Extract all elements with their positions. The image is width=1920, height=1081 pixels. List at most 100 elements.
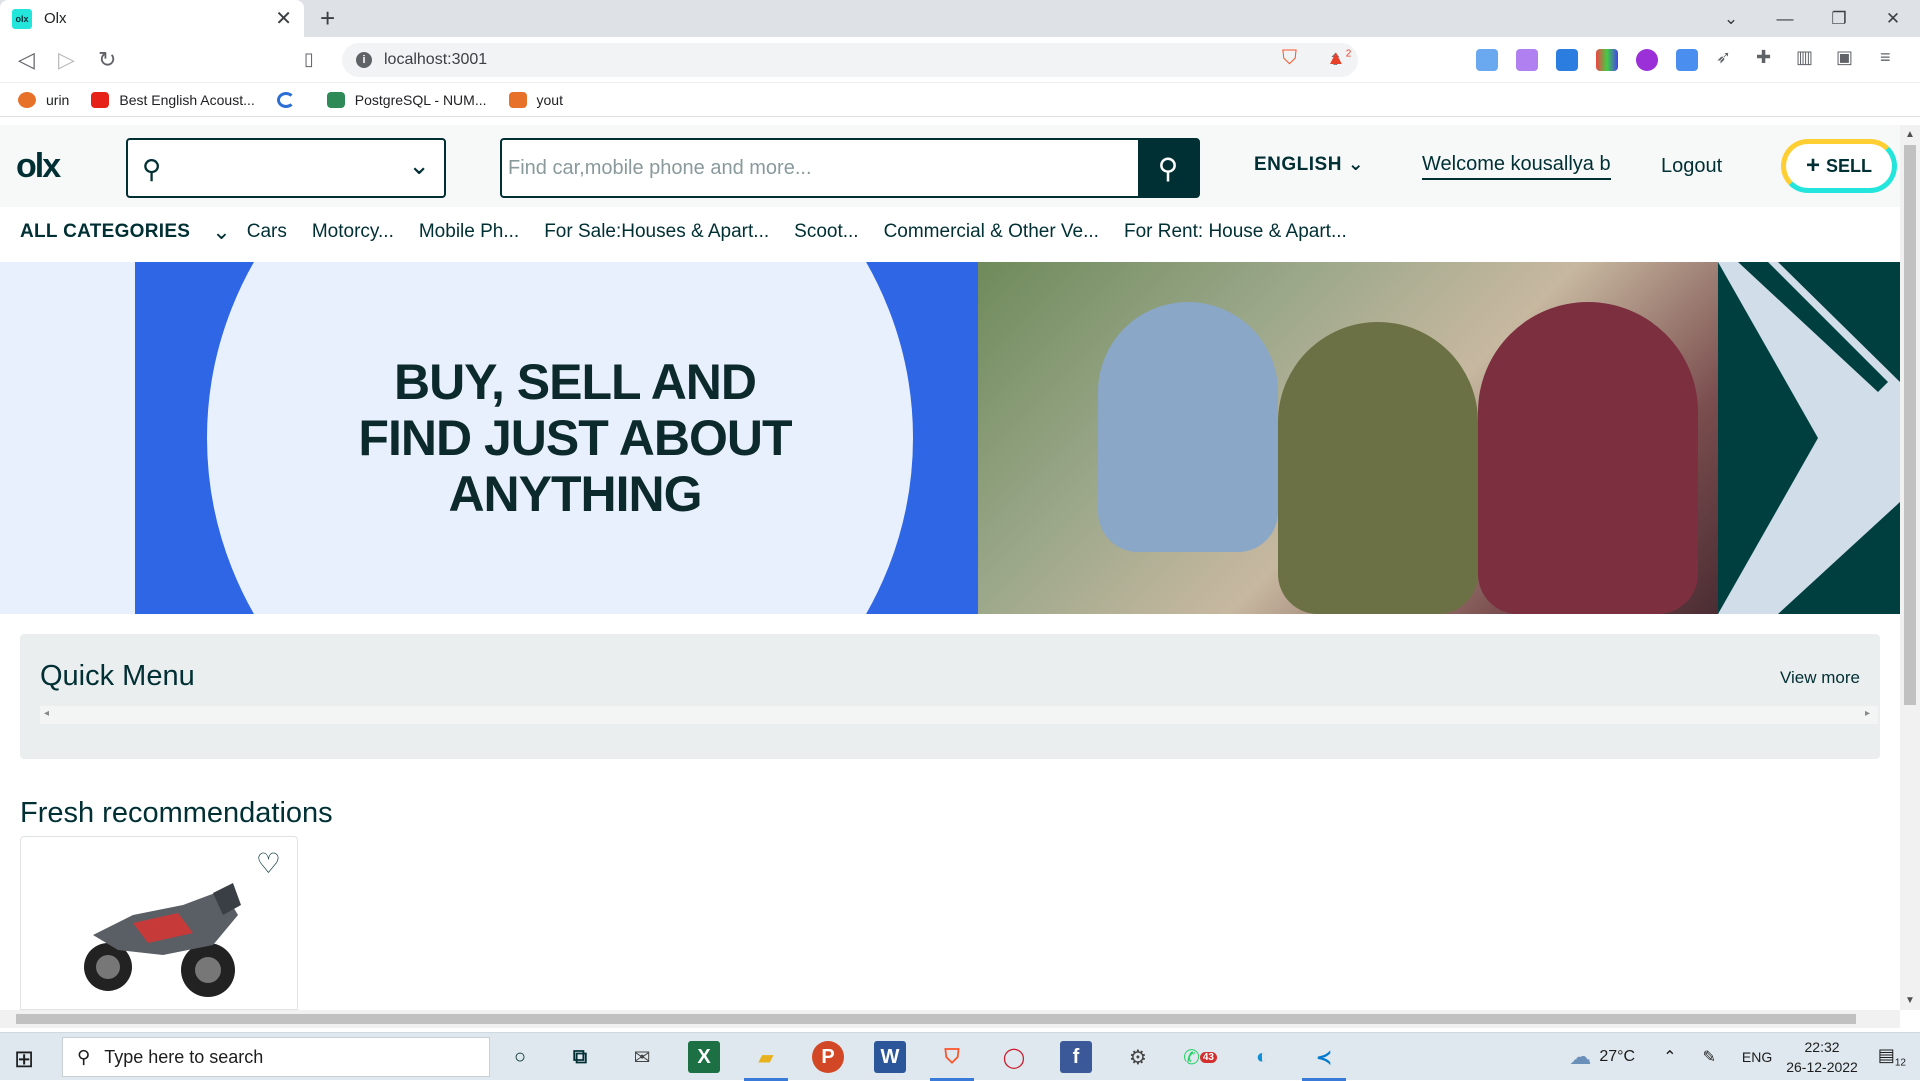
excel-icon[interactable]: X bbox=[688, 1041, 720, 1073]
bookmark-item[interactable]: PostgreSQL - NUM... bbox=[326, 91, 487, 108]
cortana-icon[interactable]: ○ bbox=[504, 1041, 536, 1073]
favorite-heart-icon[interactable]: ♡ bbox=[256, 847, 281, 880]
category-link[interactable]: Motorcy... bbox=[312, 221, 394, 243]
weather-cloud-icon[interactable]: ☁ bbox=[1569, 1044, 1591, 1070]
scroll-left-icon[interactable]: ◂ bbox=[44, 708, 49, 719]
category-link[interactable]: Scoot... bbox=[794, 221, 858, 243]
olx-logo[interactable]: olx bbox=[16, 147, 61, 186]
scroll-up-icon[interactable]: ▲ bbox=[1905, 129, 1915, 140]
menu-icon[interactable]: ≡ bbox=[1880, 47, 1891, 68]
windows-start-icon[interactable]: ⊞ bbox=[14, 1045, 34, 1074]
pen-icon[interactable]: ✎ bbox=[1702, 1047, 1715, 1067]
bookmark-label: urin bbox=[46, 91, 70, 108]
logout-link[interactable]: Logout bbox=[1661, 155, 1722, 178]
page-horizontal-scrollbar[interactable] bbox=[0, 1010, 1900, 1028]
extensions-puzzle-icon[interactable]: ✚ bbox=[1756, 47, 1771, 68]
category-link[interactable]: Mobile Ph... bbox=[419, 221, 519, 243]
category-link[interactable]: Commercial & Other Ve... bbox=[884, 221, 1099, 243]
quick-menu-scrollbar[interactable]: ◂ ▸ bbox=[40, 706, 1878, 724]
restore-button[interactable]: ❐ bbox=[1812, 0, 1866, 37]
sidebar-icon[interactable]: ▥ bbox=[1796, 47, 1813, 68]
brave-browser-icon[interactable]: ⛉ bbox=[930, 1041, 974, 1081]
bookmark-item[interactable]: yout bbox=[508, 91, 563, 108]
word-icon[interactable]: W bbox=[874, 1041, 906, 1073]
category-link[interactable]: For Sale:Houses & Apart... bbox=[544, 221, 769, 243]
vscode-icon[interactable]: ≺ bbox=[1302, 1041, 1346, 1081]
extension-icon[interactable] bbox=[1636, 49, 1658, 71]
wallet-icon[interactable]: ▣ bbox=[1836, 47, 1853, 68]
scroll-down-icon[interactable]: ▼ bbox=[1905, 995, 1915, 1006]
product-card[interactable]: ♡ bbox=[20, 836, 298, 1010]
category-link[interactable]: Cars bbox=[247, 221, 287, 243]
location-search[interactable]: ⚲ ⌄ bbox=[126, 138, 446, 198]
task-view-icon[interactable]: ⧉ bbox=[564, 1041, 596, 1073]
minimize-button[interactable]: — bbox=[1758, 0, 1812, 37]
page-vertical-scrollbar[interactable]: ▲ ▼ bbox=[1900, 125, 1920, 1010]
weather-temp[interactable]: 27°C bbox=[1599, 1048, 1635, 1066]
tab-search-icon[interactable]: ⌄ bbox=[1704, 0, 1758, 37]
banner-stripes-graphic bbox=[1718, 262, 1900, 614]
settings-gear-icon[interactable]: ⚙ bbox=[1122, 1041, 1154, 1073]
mail-icon[interactable]: ✉ bbox=[626, 1041, 658, 1073]
view-more-link[interactable]: View more bbox=[1780, 668, 1860, 688]
language-select[interactable]: ENGLISH ⌄ bbox=[1254, 153, 1364, 176]
back-icon[interactable]: ◁ bbox=[18, 47, 35, 73]
search-icon: ⚲ bbox=[142, 154, 162, 184]
extension-icon[interactable] bbox=[1676, 49, 1698, 71]
taskbar-search[interactable]: ⚲ Type here to search bbox=[62, 1037, 490, 1077]
window-controls: ⌄ — ❐ ✕ bbox=[1704, 0, 1920, 37]
reload-icon[interactable]: ↻ bbox=[98, 47, 116, 73]
bookmark-label: Best English Acoust... bbox=[119, 91, 255, 108]
file-explorer-icon[interactable]: ▰ bbox=[744, 1041, 788, 1081]
category-link[interactable]: For Rent: House & Apart... bbox=[1124, 221, 1347, 243]
close-window-button[interactable]: ✕ bbox=[1866, 0, 1920, 37]
sell-button[interactable]: + SELL bbox=[1781, 139, 1897, 193]
chevron-down-icon[interactable]: ⌄ bbox=[408, 150, 430, 181]
clock[interactable]: 22:32 26-12-2022 bbox=[1786, 1037, 1858, 1077]
forward-icon[interactable]: ▷ bbox=[58, 47, 75, 73]
clock-time: 22:32 bbox=[1804, 1039, 1840, 1055]
all-categories-button[interactable]: ALL CATEGORIES bbox=[20, 221, 190, 243]
rocket-icon[interactable]: ➶ bbox=[1716, 47, 1731, 68]
new-tab-button[interactable]: + bbox=[320, 4, 335, 32]
browser-toolbar: ◁ ▷ ↻ ▯ i localhost:3001 ⇪ ⛉ ▲2 ➶ ✚ ▥ ▣ … bbox=[0, 37, 1920, 83]
search-button[interactable]: ⚲ bbox=[1138, 140, 1198, 196]
chevron-down-icon: ⌄ bbox=[1347, 154, 1365, 175]
banner-headline: BUY, SELL AND FIND JUST ABOUT ANYTHING bbox=[300, 354, 850, 522]
browser-tab[interactable]: olx Olx ✕ bbox=[0, 0, 304, 37]
search-icon: ⚲ bbox=[1157, 152, 1179, 184]
site-info-icon[interactable]: i bbox=[356, 52, 372, 68]
bookmark-icon[interactable]: ▯ bbox=[304, 49, 314, 70]
chevron-down-icon[interactable]: ⌄ bbox=[212, 219, 230, 245]
tab-title: Olx bbox=[44, 10, 67, 27]
facebook-icon[interactable]: f bbox=[1060, 1041, 1092, 1073]
language-indicator[interactable]: ENG bbox=[1742, 1049, 1772, 1065]
welcome-user-link[interactable]: Welcome kousallya b bbox=[1422, 153, 1611, 180]
address-bar[interactable]: i localhost:3001 ⇪ bbox=[342, 43, 1358, 77]
extension-icon[interactable] bbox=[1596, 49, 1618, 71]
opera-icon[interactable]: ◯ bbox=[998, 1041, 1030, 1073]
powerpoint-icon[interactable]: P bbox=[812, 1041, 844, 1073]
search-input[interactable] bbox=[502, 140, 1138, 196]
extension-icon[interactable] bbox=[1476, 49, 1498, 71]
notifications-icon[interactable]: ▤12 bbox=[1878, 1045, 1906, 1069]
g-icon bbox=[508, 91, 527, 108]
close-tab-icon[interactable]: ✕ bbox=[275, 6, 292, 31]
scroll-right-icon[interactable]: ▸ bbox=[1865, 708, 1870, 719]
whatsapp-icon[interactable]: ✆ 43 bbox=[1183, 1041, 1217, 1073]
scrollbar-thumb[interactable] bbox=[16, 1014, 1856, 1024]
bookmark-item[interactable]: Best English Acoust... bbox=[91, 91, 255, 108]
edge-icon[interactable]: ◐ bbox=[1246, 1041, 1278, 1073]
chevron-up-icon[interactable]: ⌃ bbox=[1663, 1047, 1676, 1067]
bookmark-favicon-icon bbox=[18, 91, 36, 108]
brave-shields-icon[interactable]: ⛉ bbox=[1282, 47, 1297, 70]
bookmark-item[interactable]: urin bbox=[18, 91, 70, 108]
brave-rewards-icon[interactable]: ▲2 bbox=[1326, 47, 1351, 70]
bookmark-item[interactable] bbox=[276, 91, 305, 108]
extension-icon[interactable] bbox=[1516, 49, 1538, 71]
fresh-recommendations-title: Fresh recommendations bbox=[20, 797, 333, 829]
quick-menu-title: Quick Menu bbox=[40, 660, 195, 692]
download-extension-icon[interactable] bbox=[1556, 49, 1578, 71]
scrollbar-thumb[interactable] bbox=[1904, 145, 1916, 705]
olx-favicon-icon: olx bbox=[12, 8, 32, 29]
